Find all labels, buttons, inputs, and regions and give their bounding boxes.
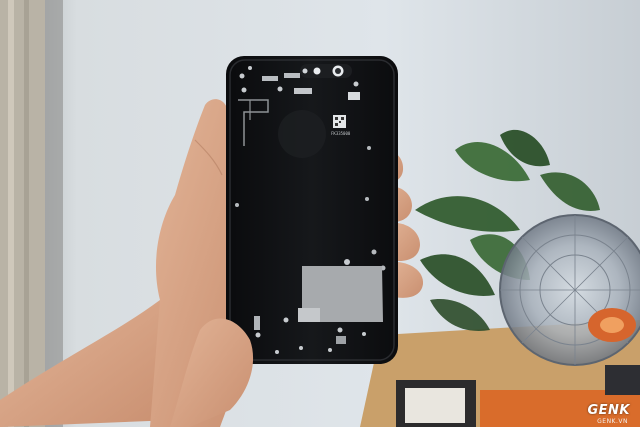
curtain [0, 0, 45, 427]
watermark-logo: GENK [587, 403, 630, 418]
phone-shell [226, 56, 398, 364]
serial-label: FK335000 [331, 131, 351, 136]
photo-scene: FK335000 GENK GENK.VN [0, 0, 640, 427]
watermark-site: GENK.VN [597, 418, 628, 425]
photo-illustration [0, 0, 640, 427]
